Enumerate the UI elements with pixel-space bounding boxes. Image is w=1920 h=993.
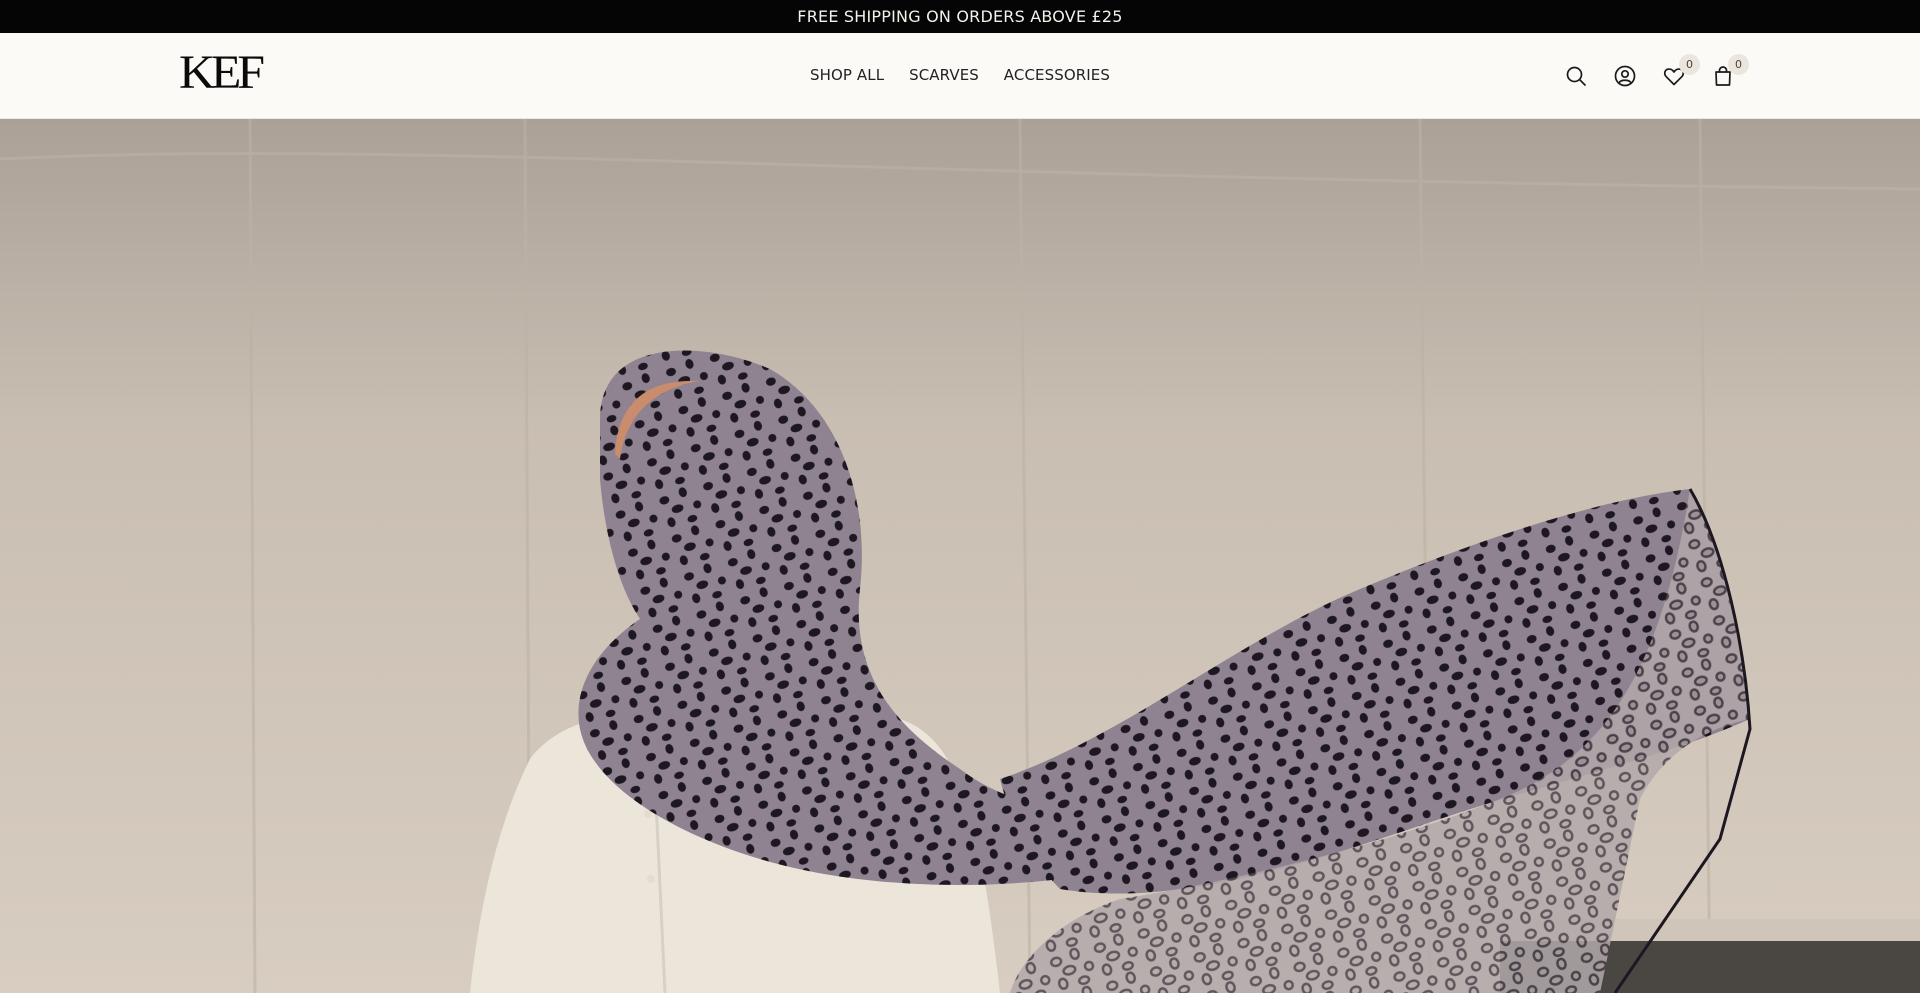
hero-banner[interactable] <box>0 119 1920 993</box>
hero-image <box>0 119 1920 993</box>
site-header: KEF SHOP ALL SCARVES ACCESSORIES 0 0 <box>0 33 1920 119</box>
wishlist-count-badge: 0 <box>1679 54 1700 75</box>
announcement-bar: FREE SHIPPING ON ORDERS ABOVE £25 <box>0 0 1920 33</box>
cart-count-badge: 0 <box>1728 54 1749 75</box>
nav-accessories[interactable]: ACCESSORIES <box>1004 66 1110 84</box>
account-icon <box>1614 65 1636 87</box>
search-icon <box>1566 66 1586 86</box>
account-button[interactable] <box>1610 61 1640 91</box>
cart-button[interactable]: 0 <box>1708 54 1749 91</box>
nav-scarves[interactable]: SCARVES <box>909 66 979 84</box>
announcement-text: FREE SHIPPING ON ORDERS ABOVE £25 <box>797 7 1123 26</box>
wishlist-button[interactable]: 0 <box>1659 54 1700 91</box>
search-button[interactable] <box>1561 61 1591 91</box>
nav-shop-all[interactable]: SHOP ALL <box>810 66 884 84</box>
